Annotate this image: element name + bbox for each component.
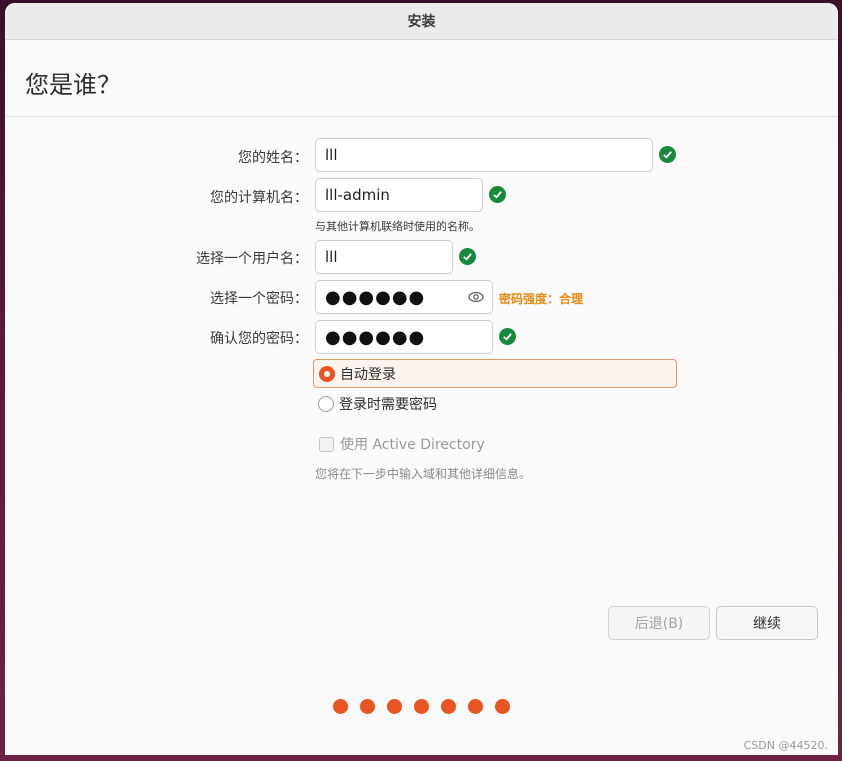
title-bar: 安装 <box>5 3 838 40</box>
computer-name-hint: 与其他计算机联络时使用的名称。 <box>315 220 480 233</box>
name-valid-icon <box>659 146 676 163</box>
progress-dot <box>360 699 375 714</box>
computer-name-field[interactable]: lll-admin <box>315 178 483 212</box>
progress-dot <box>441 699 456 714</box>
active-directory-checkbox <box>319 436 334 452</box>
name-field[interactable]: lll <box>315 138 653 172</box>
progress-dot <box>387 699 402 714</box>
installer-window: 安装 您是谁？ 您的姓名： lll 您的计算机名： lll-admin 与其他计… <box>5 3 838 755</box>
confirm-password-field[interactable]: ●●●●●● <box>315 320 493 354</box>
password-field[interactable]: ●●●●●● <box>315 280 493 314</box>
computer-name-label: 您的计算机名： <box>210 190 308 206</box>
username-label: 选择一个用户名： <box>196 251 308 267</box>
name-label: 您的姓名： <box>238 150 308 166</box>
progress-dot <box>495 699 510 714</box>
continue-button[interactable]: 继续 <box>716 606 818 640</box>
confirm-password-label: 确认您的密码： <box>210 331 308 347</box>
watermark: CSDN @44520. <box>743 739 828 752</box>
password-strength: 密码强度：合理 <box>499 292 584 306</box>
page-title: 您是谁？ <box>25 71 121 99</box>
auto-login-radio[interactable] <box>319 365 335 382</box>
back-button[interactable]: 后退(B) <box>608 606 710 640</box>
divider <box>5 116 838 117</box>
show-password-icon[interactable] <box>468 290 484 304</box>
progress-dot <box>468 699 483 714</box>
progress-dot <box>414 699 429 714</box>
confirm-valid-icon <box>499 328 516 345</box>
active-directory-note: 您将在下一步中输入域和其他详细信息。 <box>315 467 532 481</box>
computer-name-valid-icon <box>489 186 506 203</box>
auto-login-option[interactable]: 自动登录 <box>313 359 677 388</box>
auto-login-label: 自动登录 <box>340 366 396 383</box>
progress-dot <box>333 699 348 714</box>
username-field[interactable]: lll <box>315 240 453 274</box>
require-password-option[interactable]: 登录时需要密码 <box>313 390 513 418</box>
active-directory-label: 使用 Active Directory <box>340 437 485 453</box>
password-label: 选择一个密码： <box>210 291 308 307</box>
active-directory-option: 使用 Active Directory <box>319 434 485 454</box>
progress-indicator <box>333 699 522 714</box>
username-valid-icon <box>459 248 476 265</box>
password-value: ●●●●●● <box>325 286 426 308</box>
window-title: 安装 <box>407 14 436 30</box>
require-password-radio[interactable] <box>318 396 334 412</box>
require-password-label: 登录时需要密码 <box>339 397 437 413</box>
